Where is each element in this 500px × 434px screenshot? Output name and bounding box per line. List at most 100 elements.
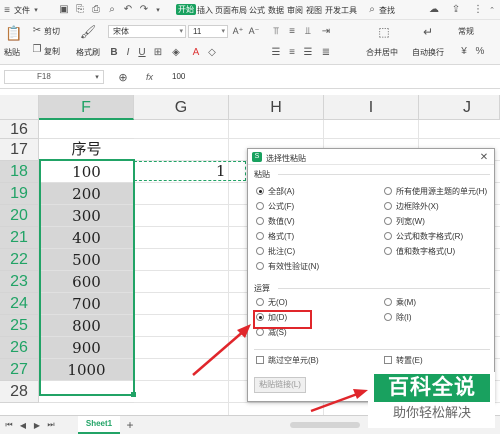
paste-link-button[interactable]: 粘贴链接(L) xyxy=(254,377,306,393)
file-menu[interactable]: 文件 xyxy=(14,5,30,16)
wrap-text-button[interactable]: 自动换行 xyxy=(412,47,444,58)
font-color-icon[interactable]: A xyxy=(190,46,202,59)
tab-insert[interactable]: 插入 xyxy=(197,5,213,16)
tab-formula[interactable]: 公式 xyxy=(249,5,265,16)
close-icon[interactable]: ✕ xyxy=(478,151,490,163)
row-header-26[interactable]: 26 xyxy=(0,336,39,359)
paste-option-right-radio-4[interactable] xyxy=(384,247,392,255)
paste-option-radio-0[interactable] xyxy=(256,187,264,195)
row-header-22[interactable]: 22 xyxy=(0,248,39,271)
paste-option-radio-5[interactable] xyxy=(256,262,264,270)
export-icon[interactable]: ⎘ xyxy=(74,3,86,16)
undo-icon[interactable]: ↶ xyxy=(122,3,134,16)
redo-icon[interactable]: ↷ xyxy=(138,3,150,16)
copy-icon[interactable]: ❐ xyxy=(32,44,42,55)
collapse-ribbon-icon[interactable]: ⌃ xyxy=(486,3,498,16)
percent-icon[interactable]: % xyxy=(474,45,486,57)
italic-icon[interactable]: I xyxy=(122,46,134,59)
decrease-font-icon[interactable]: A⁻ xyxy=(248,25,260,37)
chevron-down-icon[interactable]: ▾ xyxy=(92,71,102,83)
search-label[interactable]: 查找 xyxy=(379,5,395,16)
align-top-icon[interactable]: ⫪ xyxy=(270,25,282,37)
save-icon[interactable]: ▣ xyxy=(58,3,70,16)
fill-handle[interactable] xyxy=(131,392,136,397)
cut-button[interactable]: 剪切 xyxy=(44,26,60,37)
paste-option-right-radio-2[interactable] xyxy=(384,217,392,225)
paste-button[interactable]: 粘贴 xyxy=(4,47,20,58)
increase-font-icon[interactable]: A⁺ xyxy=(232,25,244,37)
prev-sheet-icon[interactable]: ◀ xyxy=(18,419,28,431)
column-header-i[interactable]: I xyxy=(324,95,419,120)
zoom-icon[interactable]: ⊕ xyxy=(116,70,130,84)
merge-center-button[interactable]: 合并居中 xyxy=(366,47,398,58)
first-sheet-icon[interactable]: ⏮ xyxy=(4,419,14,431)
tab-page-layout[interactable]: 页面布局 xyxy=(215,5,247,16)
align-center-icon[interactable]: ≡ xyxy=(286,46,298,58)
fill-color-icon[interactable]: ◈ xyxy=(170,46,182,59)
row-header-21[interactable]: 21 xyxy=(0,226,39,249)
more-icon[interactable]: ⋮ xyxy=(472,3,484,16)
align-left-icon[interactable]: ☰ xyxy=(270,46,282,58)
format-painter-icon[interactable]: 🖌 xyxy=(80,23,97,41)
last-sheet-icon[interactable]: ⏭ xyxy=(46,419,56,431)
sheet-tab-sheet1[interactable]: Sheet1 xyxy=(78,416,120,434)
operation-option-right-radio-0[interactable] xyxy=(384,298,392,306)
operation-option-radio-0[interactable] xyxy=(256,298,264,306)
border-icon[interactable]: ⊞ xyxy=(152,46,164,59)
font-name-select[interactable]: 宋体 ▾ xyxy=(108,25,186,38)
column-header-h[interactable]: H xyxy=(229,95,324,120)
select-all-corner[interactable] xyxy=(0,95,39,120)
tab-home[interactable]: 开始 xyxy=(176,4,196,15)
row-header-19[interactable]: 19 xyxy=(0,182,39,205)
horizontal-scrollbar[interactable] xyxy=(290,422,360,428)
row-header-28[interactable]: 28 xyxy=(0,380,39,403)
currency-icon[interactable]: ¥ xyxy=(458,45,470,57)
wrap-text-icon[interactable]: ↵ xyxy=(420,24,436,40)
paste-option-radio-4[interactable] xyxy=(256,247,264,255)
paste-option-radio-2[interactable] xyxy=(256,217,264,225)
name-box[interactable]: F18 xyxy=(4,70,104,84)
paste-option-radio-3[interactable] xyxy=(256,232,264,240)
transpose-checkbox[interactable] xyxy=(384,356,392,364)
merge-center-icon[interactable]: ⬚ xyxy=(376,24,392,40)
clear-icon[interactable]: ◇ xyxy=(206,46,218,59)
tab-review[interactable]: 审阅 xyxy=(287,5,303,16)
menu-icon[interactable]: ≡ xyxy=(2,4,12,16)
chevron-down-icon[interactable]: ▾ xyxy=(31,4,41,16)
font-size-select[interactable]: 11 ▾ xyxy=(188,25,228,38)
print-preview-icon[interactable]: ⌕ xyxy=(106,3,118,16)
align-middle-icon[interactable]: ≡ xyxy=(286,25,298,37)
cell-g18[interactable]: 1 xyxy=(216,162,226,180)
underline-icon[interactable]: U xyxy=(136,46,148,59)
bold-icon[interactable]: B xyxy=(108,46,120,59)
cell-f17[interactable]: 序号 xyxy=(39,139,134,161)
scissors-icon[interactable]: ✂ xyxy=(32,25,42,36)
paste-option-right-radio-1[interactable] xyxy=(384,202,392,210)
justify-icon[interactable]: ≣ xyxy=(320,46,332,58)
operation-option-right-radio-1[interactable] xyxy=(384,313,392,321)
row-header-25[interactable]: 25 xyxy=(0,314,39,337)
format-painter-button[interactable]: 格式刷 xyxy=(76,47,100,58)
add-sheet-icon[interactable]: + xyxy=(124,418,136,432)
paste-icon[interactable]: 📋 xyxy=(5,24,22,42)
indent-icon[interactable]: ⇥ xyxy=(320,25,332,37)
copy-button[interactable]: 复制 xyxy=(44,46,60,57)
share-icon[interactable]: ⇪ xyxy=(450,3,462,16)
tab-developer[interactable]: 开发工具 xyxy=(325,5,357,16)
formula-input[interactable]: 100 xyxy=(172,72,185,81)
column-header-g[interactable]: G xyxy=(134,95,229,120)
print-icon[interactable]: ⎙ xyxy=(90,3,102,16)
tab-view[interactable]: 视图 xyxy=(306,5,322,16)
paste-option-right-radio-0[interactable] xyxy=(384,187,392,195)
chevron-down-icon[interactable]: ▾ xyxy=(152,3,164,16)
row-header-24[interactable]: 24 xyxy=(0,292,39,315)
row-header-23[interactable]: 23 xyxy=(0,270,39,293)
column-header-f[interactable]: F xyxy=(39,95,134,120)
row-header-18[interactable]: 18 xyxy=(0,160,39,183)
row-header-27[interactable]: 27 xyxy=(0,358,39,381)
align-bottom-icon[interactable]: ⫫ xyxy=(302,25,314,37)
search-icon[interactable]: ⌕ xyxy=(366,3,378,16)
number-format-select[interactable]: 常规 xyxy=(458,26,474,37)
fx-icon[interactable]: fx xyxy=(146,72,153,82)
paste-option-radio-1[interactable] xyxy=(256,202,264,210)
